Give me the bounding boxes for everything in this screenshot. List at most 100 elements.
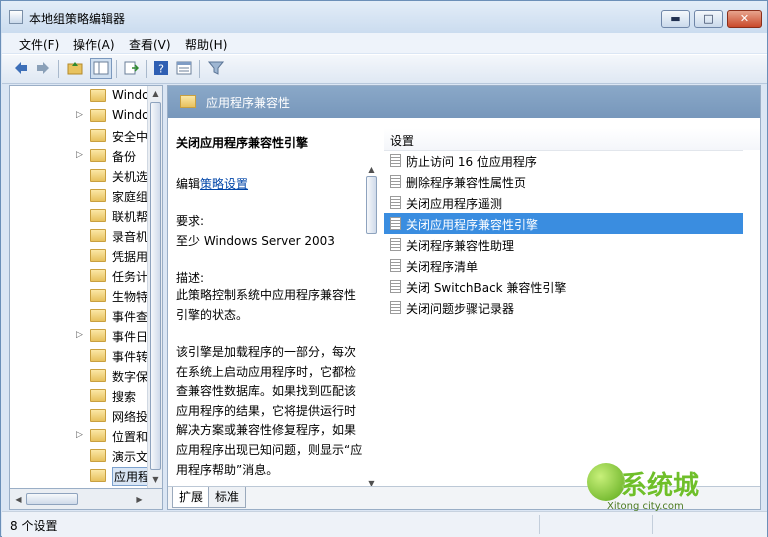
expand-arrow-icon[interactable]: ▷ <box>76 150 83 160</box>
tree-item[interactable]: 演示文 <box>10 446 148 466</box>
description-label: 描述: <box>176 271 205 285</box>
scroll-right-arrow-icon[interactable]: ▶ <box>134 494 145 505</box>
horizontal-scroll-thumb[interactable] <box>26 493 78 505</box>
export-icon[interactable] <box>123 60 139 76</box>
tree-item-label: 安全中 <box>112 130 149 144</box>
settings-column-header[interactable]: 设置 <box>384 128 760 151</box>
tab-standard[interactable]: 标准 <box>208 487 247 508</box>
back-arrow-icon[interactable] <box>13 60 29 76</box>
expand-arrow-icon[interactable]: ▷ <box>76 110 83 120</box>
setting-row[interactable]: 关闭应用程序兼容性引擎 <box>384 213 760 234</box>
tree-item[interactable]: 家庭组 <box>10 186 148 206</box>
setting-label: 关闭应用程序遥测 <box>406 197 503 211</box>
tree-item[interactable]: 网络投 <box>10 406 148 426</box>
policy-setting-icon <box>390 259 401 272</box>
policy-setting-icon <box>390 175 401 188</box>
tree-item-label: 录音机 <box>112 230 149 244</box>
tree-item[interactable]: 事件转 <box>10 346 148 366</box>
up-folder-icon[interactable] <box>67 60 83 76</box>
description-scroll-up-icon[interactable]: ▲ <box>366 164 377 175</box>
window-title: 本地组策略编辑器 <box>29 12 126 26</box>
expand-arrow-icon[interactable]: ▷ <box>76 330 83 340</box>
tree-item[interactable]: 安全中 <box>10 126 148 146</box>
policy-setting-icon <box>390 154 401 167</box>
show-tree-icon[interactable] <box>90 58 112 79</box>
tree-pane[interactable]: Windo ▷ Windo 安全中 ▷ 备份 关机选 家庭组 联机帮 录音机 凭据用 任务计 生物特 事件… <box>9 85 163 510</box>
folder-icon <box>90 409 106 422</box>
tree-item[interactable]: 联机帮 <box>10 206 148 226</box>
tree-item[interactable]: 任务计 <box>10 266 148 286</box>
svg-text:?: ? <box>158 63 164 76</box>
title-bar[interactable]: 本地组策略编辑器 ▬ □ ✕ <box>1 1 767 33</box>
setting-row[interactable]: 关闭程序兼容性助理 <box>384 234 760 255</box>
tree-item[interactable]: 凭据用 <box>10 246 148 266</box>
tab-extended[interactable]: 扩展 <box>172 487 211 508</box>
settings-header-label: 设置 <box>390 134 415 148</box>
folder-icon <box>90 289 106 302</box>
menu-file[interactable]: 文件(F) <box>19 36 59 53</box>
properties-icon[interactable] <box>176 60 192 76</box>
scroll-thumb[interactable] <box>150 102 161 470</box>
description-scrollbar[interactable]: ▲ ▼ <box>364 164 379 488</box>
description-text: 此策略控制系统中应用程序兼容性引擎的状态。 <box>176 288 357 322</box>
close-button[interactable]: ✕ <box>727 10 762 28</box>
watermark: 系统城 Xitong city.com <box>587 463 727 513</box>
tree-item[interactable]: ▷ 位置和 <box>10 426 148 446</box>
filter-icon[interactable] <box>208 60 224 76</box>
policy-setting-icon <box>390 238 401 251</box>
folder-icon <box>90 189 106 202</box>
tree-item[interactable]: 搜索 <box>10 386 148 406</box>
setting-row[interactable]: 删除程序兼容性属性页 <box>384 171 760 192</box>
setting-row[interactable]: 防止访问 16 位应用程序 <box>384 150 760 171</box>
help-icon[interactable]: ? <box>153 60 169 76</box>
menu-help[interactable]: 帮助(H) <box>185 36 227 53</box>
maximize-button[interactable]: □ <box>694 10 723 28</box>
tree-item[interactable]: 应用程 <box>10 466 153 486</box>
setting-row[interactable]: 关闭程序清单 <box>384 255 760 276</box>
edit-prefix: 编辑 <box>176 177 201 191</box>
setting-label: 关闭应用程序兼容性引擎 <box>406 218 539 232</box>
tree-item[interactable]: Windo <box>10 86 150 106</box>
folder-icon <box>90 309 106 322</box>
tree-item[interactable]: ▷ 事件日 <box>10 326 148 346</box>
setting-label: 删除程序兼容性属性页 <box>406 176 527 190</box>
menu-view[interactable]: 查看(V) <box>129 36 171 53</box>
folder-icon <box>90 269 106 282</box>
watermark-url: Xitong city.com <box>607 501 684 512</box>
expand-arrow-icon[interactable]: ▷ <box>76 430 83 440</box>
scroll-left-arrow-icon[interactable]: ◀ <box>13 494 24 505</box>
tree-item[interactable]: 关机选 <box>10 166 148 186</box>
tree-item-label: 应用程 <box>112 467 153 486</box>
tree-item[interactable]: ▷ 备份 <box>10 146 148 166</box>
tree-item-label: 备份 <box>112 150 137 164</box>
tree-item[interactable]: 录音机 <box>10 226 148 246</box>
settings-scrollbar[interactable] <box>743 150 760 486</box>
tree-horizontal-scrollbar[interactable]: ◀ ▶ <box>9 488 163 510</box>
setting-label: 防止访问 16 位应用程序 <box>406 155 537 169</box>
forward-arrow-icon[interactable] <box>35 60 51 76</box>
edit-policy-link[interactable]: 策略设置 <box>200 177 248 191</box>
tree-item[interactable]: 生物特 <box>10 286 148 306</box>
category-title: 应用程序兼容性 <box>206 96 291 110</box>
folder-icon <box>90 449 106 462</box>
tree-item[interactable]: 数字保 <box>10 366 148 386</box>
tree-item-label: 演示文 <box>112 450 149 464</box>
folder-icon <box>90 229 106 242</box>
scroll-up-arrow-icon[interactable]: ▲ <box>150 88 161 99</box>
tree-vertical-scrollbar[interactable]: ▲ ▼ <box>147 86 162 488</box>
policy-title: 关闭应用程序兼容性引擎 <box>176 136 309 150</box>
setting-row[interactable]: 关闭问题步骤记录器 <box>384 297 760 318</box>
folder-icon <box>90 149 106 162</box>
app-window: 本地组策略编辑器 ▬ □ ✕ 文件(F) 操作(A) 查看(V) 帮助(H) ?… <box>0 0 768 537</box>
tree-item-label: 家庭组 <box>112 190 149 204</box>
tree-item[interactable]: ▷ Windo <box>10 106 150 126</box>
description-detail: 该引擎是加载程序的一部分，每次在系统上启动应用程序时，它都检查兼容性数据库。如果… <box>176 345 363 477</box>
tree-item[interactable]: 事件查 <box>10 306 148 326</box>
minimize-button[interactable]: ▬ <box>661 10 690 28</box>
folder-icon <box>90 469 106 482</box>
setting-row[interactable]: 关闭应用程序遥测 <box>384 192 760 213</box>
setting-row[interactable]: 关闭 SwitchBack 兼容性引擎 <box>384 276 760 297</box>
menu-action[interactable]: 操作(A) <box>73 36 115 53</box>
scroll-down-arrow-icon[interactable]: ▼ <box>150 474 161 485</box>
description-scroll-thumb[interactable] <box>366 176 377 234</box>
